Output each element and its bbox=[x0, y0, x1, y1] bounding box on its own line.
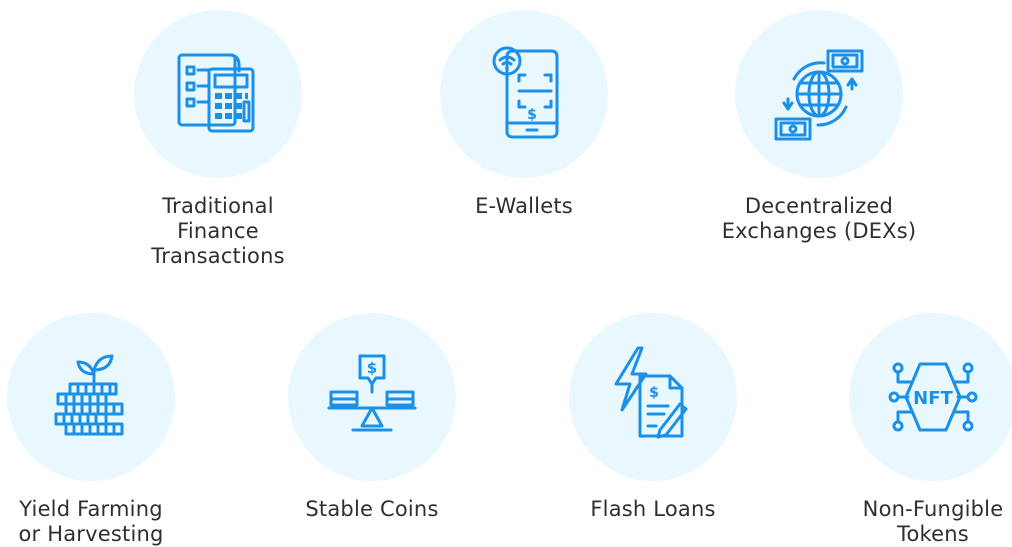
icon-circle: $ bbox=[569, 313, 737, 481]
mobile-wallet-icon: $ bbox=[492, 46, 559, 139]
svg-text:$: $ bbox=[367, 359, 377, 377]
feature-label: Non-Fungible Tokens bbox=[862, 497, 1004, 546]
feature-e-wallets: $ E-Wallets bbox=[424, 10, 624, 219]
feature-yield-farming: Yield Farming or Harvesting bbox=[0, 313, 191, 547]
svg-text:$: $ bbox=[649, 385, 659, 401]
icon-circle bbox=[735, 10, 903, 178]
icon-circle: $ bbox=[288, 313, 456, 481]
icon-circle: NFT bbox=[849, 313, 1012, 481]
feature-dex: Decentralized Exchanges (DEXs) bbox=[719, 10, 919, 244]
calculator-checklist-icon bbox=[177, 53, 255, 133]
globe-exchange-icon bbox=[774, 49, 864, 141]
svg-text:$: $ bbox=[527, 107, 537, 123]
feature-label: Yield Farming or Harvesting bbox=[18, 497, 164, 546]
icon-circle bbox=[134, 10, 302, 178]
nft-chip-icon: NFT bbox=[888, 362, 978, 432]
feature-label: Flash Loans bbox=[590, 497, 716, 521]
feature-traditional-finance: Traditional Finance Transactions bbox=[118, 10, 318, 269]
feature-label: Stable Coins bbox=[305, 497, 439, 521]
balance-scale-dollar-icon: $ bbox=[327, 354, 417, 432]
svg-text:NFT: NFT bbox=[913, 388, 953, 409]
feature-stable-coins: $ Stable Coins bbox=[272, 313, 472, 522]
feature-label: E-Wallets bbox=[475, 194, 573, 218]
feature-label: Traditional Finance Transactions bbox=[151, 194, 285, 268]
feature-flash-loans: $ Flash Loans bbox=[553, 313, 753, 522]
icon-circle bbox=[7, 313, 175, 481]
lightning-contract-icon: $ bbox=[614, 346, 688, 439]
feature-label: Decentralized Exchanges (DEXs) bbox=[721, 194, 917, 243]
coin-stack-plant-icon bbox=[54, 354, 124, 436]
icon-circle: $ bbox=[440, 10, 608, 178]
feature-nft: NFT Non-Fungible Tokens bbox=[833, 313, 1012, 547]
